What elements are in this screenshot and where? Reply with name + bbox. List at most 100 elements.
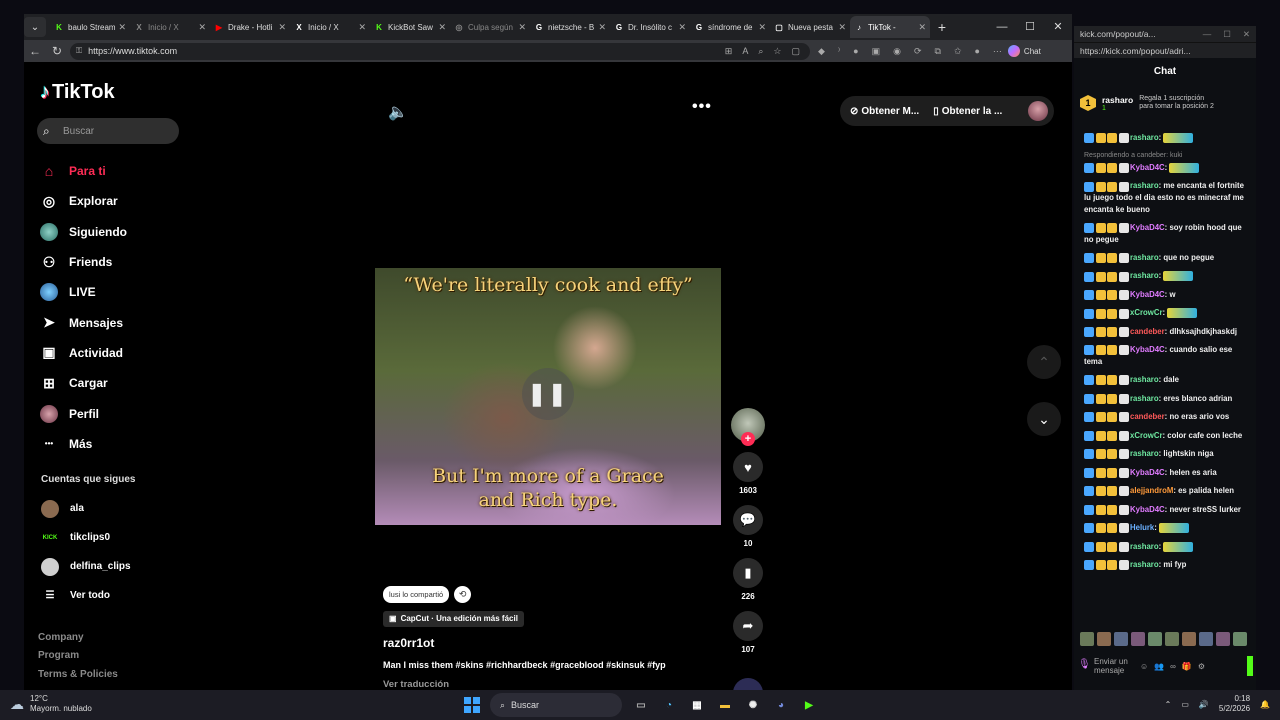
get-app-button[interactable]: ▯ Obtener la ... [933,106,1002,117]
close-tab-icon[interactable]: ✕ [678,22,686,33]
next-video-button[interactable]: ⌄ [1027,402,1061,436]
menu-dots-icon[interactable]: ⋯ [993,46,1002,57]
tab-search-button[interactable]: ⌄ [24,17,46,37]
browser-tab[interactable]: ▶ Drake - Hotli ✕ [210,16,290,38]
comment-action[interactable]: 💬 10 [730,505,766,550]
browser-tab[interactable]: Gnietzsche - B ✕ [530,16,610,38]
close-tab-icon[interactable]: ✕ [278,22,286,33]
chat-username[interactable]: rasharo [1130,375,1159,384]
chat-username[interactable]: rasharo [1130,133,1159,142]
collection-icon[interactable]: ▢ [791,46,800,57]
close-tab-icon[interactable]: ✕ [838,22,846,33]
sidebar-item[interactable]: ▣ Actividad [40,338,190,368]
chat-username[interactable]: candeber [1130,327,1165,336]
tray-chevron-icon[interactable]: ⌃ [1165,700,1172,709]
emote-icon[interactable] [1182,632,1196,646]
sidebar-item[interactable]: ⊞ Cargar [40,368,190,398]
like-action[interactable]: ♥ 1603 [730,452,766,497]
browser-tab[interactable]: Kbaulo Stream ✕ [50,16,130,38]
tiktok-logo[interactable]: ♪ TikTok [40,81,115,104]
favorites-icon[interactable]: ✩ [954,46,962,57]
browser-tab[interactable]: X Inicio / X ✕ [130,16,210,38]
share-action[interactable]: ➦ 107 [730,611,766,656]
chat-username[interactable]: KybaD4C [1130,290,1165,299]
comment-icon[interactable]: 💬 [733,505,763,535]
following-account[interactable]: KICK tikclips0 [41,523,131,552]
sidebar-item[interactable]: Siguiendo [40,217,190,247]
extension-icon[interactable]: ● [853,46,858,56]
emote-icon[interactable] [1114,632,1128,646]
bookmark-icon[interactable]: ▮ [733,558,763,588]
send-button[interactable] [1247,656,1253,676]
share-icon[interactable]: ➦ [733,611,763,641]
chat-input[interactable]: Enviar un mensaje [1094,657,1134,675]
footer-link[interactable]: Company [38,632,118,650]
zoom-icon[interactable]: ⌕ [758,46,763,57]
chatgpt-icon[interactable]: ✺ [744,696,762,714]
site-info-icon[interactable]: ⚿ [76,46,82,56]
new-tab-button[interactable]: + [930,19,954,35]
refresh-icon[interactable]: ⟳ [914,46,922,57]
emote-icon[interactable] [1216,632,1230,646]
video-player[interactable]: “We're literally cook and effy” But I'm … [375,268,721,525]
close-window-button[interactable]: ✕ [1243,26,1250,42]
windows-start-icon[interactable] [464,697,480,713]
follow-plus-icon[interactable]: + [741,432,755,446]
browser-tab[interactable]: ♪ TikTok - ✕ [850,16,930,38]
gift-sub-prompt[interactable]: Regala 1 suscripción para tomar la posic… [1139,95,1219,111]
emote-icon[interactable] [1233,632,1247,646]
search-input[interactable]: ⌕ Buscar [37,118,179,144]
emote-icon[interactable] [1131,632,1145,646]
sidebar-item[interactable]: ••• Más [40,429,190,459]
footer-link[interactable]: Program [38,650,118,668]
emote-icon[interactable]: ☺ [1140,662,1148,671]
get-coins-button[interactable]: ⊘ Obtener M... [850,106,919,117]
sidebar-item[interactable]: LIVE [40,277,190,307]
see-translation-link[interactable]: Ver traducción [383,679,449,690]
capcut-anchor[interactable]: ▣ CapCut · Una edición más fácil [383,611,524,627]
url-field[interactable]: ⚿ https://www.tiktok.com ⊞ A ⌕ ☆ ▢ [70,42,810,60]
close-window-button[interactable]: ✕ [1044,14,1072,40]
browser-tab[interactable]: Gsíndrome de ✕ [690,16,770,38]
browser-tab[interactable]: G Dr. Insólito c ✕ [610,16,690,38]
video-author[interactable]: raz0rr1ot [383,636,434,650]
sidebar-item[interactable]: ➤ Mensajes [40,307,190,337]
footer-link[interactable]: Terms & Policies [38,669,118,687]
close-tab-icon[interactable]: ✕ [918,22,926,33]
creator-avatar[interactable]: + [731,408,765,446]
chat-username[interactable]: KybaD4C [1130,345,1165,354]
profile-avatar[interactable] [1028,101,1048,121]
taskbar-search[interactable]: ⌕ Buscar [490,693,622,717]
chat-username[interactable]: rasharo [1130,560,1159,569]
sidebar-item[interactable]: ◎ Explorar [40,186,190,216]
close-tab-icon[interactable]: ✕ [358,22,366,33]
store-icon[interactable]: ▦ [688,696,706,714]
extension-icon[interactable]: ◉ [893,46,901,57]
chat-username[interactable]: KybaD4C [1130,468,1165,477]
maximize-button[interactable]: ☐ [1016,14,1044,40]
chat-username[interactable]: KybaD4C [1130,163,1165,172]
users-icon[interactable]: 👥 [1154,662,1164,671]
following-account[interactable]: delfina_clips [41,552,131,581]
emote-icon[interactable] [1165,632,1179,646]
browser-tab[interactable]: X Inicio / X ✕ [290,16,370,38]
back-button[interactable]: ← [24,44,46,58]
emote-icon[interactable] [1097,632,1111,646]
close-tab-icon[interactable]: ✕ [438,22,446,33]
clock[interactable]: 0:18 5/2/2026 [1219,694,1250,714]
kick-url[interactable]: https://kick.com/popout/adri... [1074,42,1256,58]
translate-icon[interactable]: A [742,46,748,57]
settings-icon[interactable]: ⚙ [1198,662,1205,671]
profile-avatar[interactable]: ● [974,46,979,56]
repost-icon[interactable]: ⟲ [454,586,472,603]
reply-context[interactable]: Respondiendo a candeber: kuki [1084,150,1252,162]
task-view-icon[interactable]: ▭ [632,696,650,714]
voice-icon[interactable]: 🎙 [1078,659,1091,673]
file-explorer-icon[interactable]: ▬ [716,696,734,714]
notification-icon[interactable]: 🔔 [1260,700,1270,709]
reload-button[interactable]: ↻ [46,44,68,58]
chat-username[interactable]: Helurk [1130,523,1154,532]
kick-app-icon[interactable]: ▶ [800,696,818,714]
chat-username[interactable]: xCrowCr [1130,308,1163,317]
maximize-button[interactable]: ☐ [1223,26,1231,42]
